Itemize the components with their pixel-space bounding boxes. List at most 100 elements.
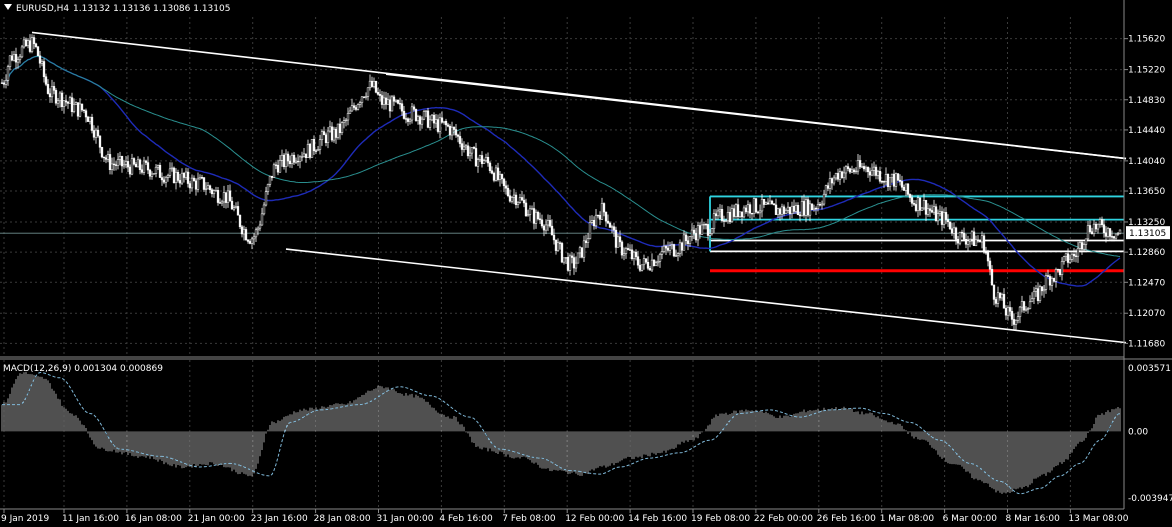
candle-bull [394,99,398,102]
candle-bear [972,231,976,246]
candle-bear [810,203,814,211]
current-price-label: 1.13105 [1129,229,1166,239]
trading-chart[interactable]: 1.15620 1.15220 1.14830 1.14440 1.14040 1.136… [0,0,1172,527]
candle-bear [558,242,562,244]
candle-bear [636,256,640,266]
candle-bear [1104,232,1108,237]
candle-bear [148,169,152,177]
candle-bear [964,239,968,245]
candle-bull [316,149,320,152]
candle-bull [1096,223,1100,230]
candle-bull [206,185,210,190]
candle-bull [562,257,566,263]
price-tick-label: 1.15620 [1128,35,1165,45]
candle-bear [10,55,14,61]
candle-bull [430,114,434,121]
candle-bull [752,198,756,214]
candle-bear [1058,269,1062,275]
candle-bull [340,122,344,133]
candle-bear [902,187,906,191]
candle-bull [358,102,362,105]
candle-bear [1010,311,1014,320]
candle-bull [726,211,730,222]
candle-bear [548,220,552,227]
candle-bear [604,211,608,222]
candle-bear [304,153,308,158]
candle-bear [560,243,564,263]
candle-bear [288,160,292,165]
candle-bear [454,129,458,136]
candle-bear [722,220,726,222]
candle-bull [916,197,920,211]
candle-bull [1032,291,1036,300]
candle-bull [588,222,592,240]
candle-bull [1106,228,1110,237]
time-tick-label: 22 Feb 00:00 [754,514,813,524]
candle-bear [962,232,966,240]
candle-bear [162,179,166,183]
candle-bear [172,167,176,183]
candle-bull [50,86,54,98]
candle-bear [314,150,318,152]
candle-bull [318,139,322,150]
price-tick-label: 1.13650 [1128,187,1165,197]
candle-bear [132,158,136,165]
candle-bull [1024,308,1028,311]
candle-bull [526,214,530,217]
candle-bear [52,86,56,91]
candle-bear [998,292,1002,299]
candle-bear [852,169,856,173]
candle-bear [536,211,540,220]
candle-bull [832,177,836,184]
candle-bear [452,126,456,130]
candle-bear [880,181,884,183]
candle-bull [678,242,682,254]
candle-bull [856,160,860,172]
candle-bull [1006,307,1010,316]
candle-bear [706,224,710,236]
candle-bull [970,231,974,240]
candle-bear [352,105,356,108]
candle-bear [1080,242,1084,250]
candle-bull [22,39,26,48]
macd-title: MACD(12,26,9) 0.001304 0.000869 [3,364,163,374]
candle-bull [476,159,480,167]
candle-bull [12,54,16,61]
candle-bear [54,90,58,104]
candle-bull [106,154,110,160]
candle-bear [634,251,638,257]
candle-bull [152,173,156,175]
candle-bear [1110,236,1114,238]
candle-bear [628,249,632,251]
candle-bear [990,268,994,286]
candle-bull [734,204,738,217]
candle-bull [468,152,472,157]
candle-bull [1070,253,1074,260]
candle-bull [40,61,44,64]
candle-bull [130,158,134,175]
candle-bull [980,235,984,243]
candle-bull [124,161,128,165]
candle-bull [828,178,832,189]
candle-bear [76,102,80,117]
candle-bull [708,233,712,236]
candle-bull [938,211,942,214]
candle-bull [610,226,614,228]
candle-bull [280,154,284,161]
candle-bear [48,93,52,98]
candle-bull [326,130,330,143]
candle-bull [842,172,846,179]
candle-bear [912,203,916,205]
candle-bull [438,117,442,132]
candle-bull [350,105,354,112]
candle-bull [262,204,266,215]
candle-bear [496,167,500,180]
candle-bull [710,228,714,234]
candle-bear [950,228,954,234]
candle-bear [218,202,222,204]
candle-bear [720,209,724,221]
candle-bear [736,204,740,217]
candle-bear [1100,219,1104,225]
candle-bear [96,129,100,137]
candle-bull [952,227,956,234]
